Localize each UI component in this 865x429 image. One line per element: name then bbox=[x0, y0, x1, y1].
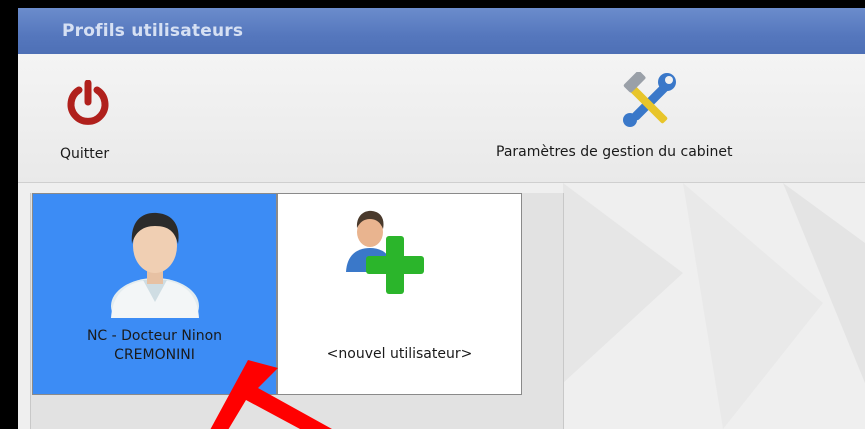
screen: Profils utilisateurs Quitter Paramètres … bbox=[0, 0, 865, 429]
cabinet-settings-label: Paramètres de gestion du cabinet bbox=[496, 144, 733, 160]
hammer-wrench-icon bbox=[623, 72, 676, 127]
background-pattern bbox=[563, 183, 865, 429]
cabinet-settings-button[interactable]: Paramètres de gestion du cabinet bbox=[488, 58, 828, 168]
quit-label: Quitter bbox=[60, 146, 110, 162]
quit-button[interactable]: Quitter bbox=[43, 64, 153, 164]
power-icon bbox=[67, 80, 109, 125]
toolbar: Quitter Paramètres de gestion du cabinet bbox=[18, 54, 865, 183]
profiles-window: Profils utilisateurs Quitter Paramètres … bbox=[18, 8, 865, 429]
add-user-icon bbox=[346, 210, 424, 294]
annotation-arrow bbox=[210, 360, 332, 429]
doctor-avatar-icon bbox=[111, 212, 199, 318]
profiles-panel: NC - Docteur Ninon CREMONINI <nouvel uti… bbox=[18, 183, 865, 429]
window-title: Profils utilisateurs bbox=[62, 21, 244, 41]
profile-name-line1: NC - Docteur Ninon bbox=[86, 328, 223, 344]
window-titlebar: Profils utilisateurs bbox=[18, 8, 865, 54]
